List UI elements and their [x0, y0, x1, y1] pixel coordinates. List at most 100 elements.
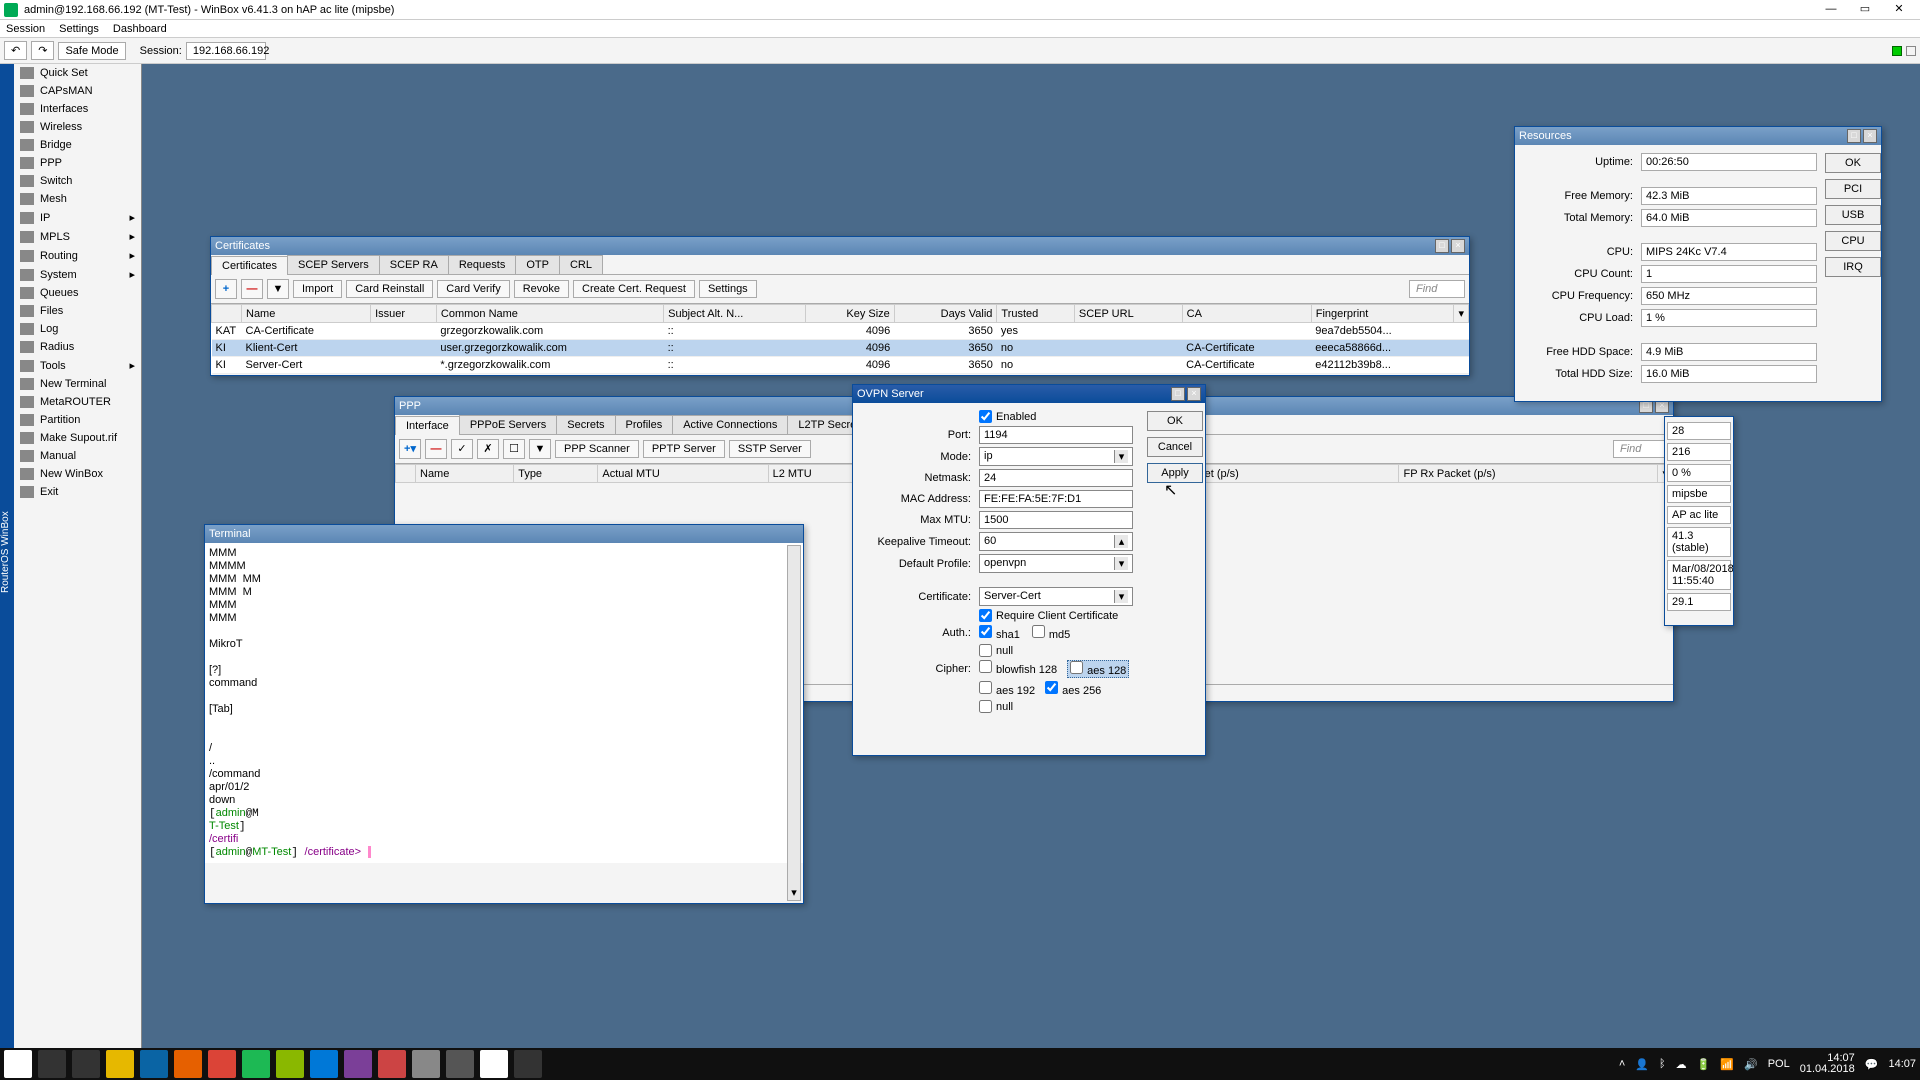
mode-select[interactable]: ip▾: [979, 447, 1133, 466]
ok-button[interactable]: OK: [1825, 153, 1881, 173]
cipher-aes192-checkbox[interactable]: [979, 681, 992, 694]
tab-interface[interactable]: Interface: [395, 416, 460, 435]
start-button[interactable]: [4, 1050, 32, 1078]
tray-clock[interactable]: 14:07 01.04.2018: [1800, 1053, 1855, 1075]
sidebar-item-metarouter[interactable]: MetaROUTER: [14, 393, 141, 411]
tray-lang[interactable]: POL: [1768, 1058, 1790, 1070]
port-input[interactable]: [979, 426, 1133, 444]
sidebar-item-queues[interactable]: Queues: [14, 284, 141, 302]
window-close-icon[interactable]: ×: [1187, 387, 1201, 401]
menu-session[interactable]: Session: [6, 23, 45, 35]
task-edge-icon[interactable]: [140, 1050, 168, 1078]
task-firefox-icon[interactable]: [174, 1050, 202, 1078]
enable-button[interactable]: ✓: [451, 439, 473, 459]
undo-button[interactable]: ↶: [4, 41, 27, 60]
tab-otp[interactable]: OTP: [515, 255, 560, 274]
revoke-button[interactable]: Revoke: [514, 280, 569, 298]
comment-button[interactable]: ☐: [503, 439, 525, 459]
filter-button[interactable]: ▼: [267, 279, 289, 299]
task-app3-icon[interactable]: [344, 1050, 372, 1078]
column-menu-button[interactable]: ▾: [1454, 305, 1469, 323]
remove-button[interactable]: —: [241, 279, 263, 299]
find-input[interactable]: Find: [1613, 440, 1669, 458]
certificate-select[interactable]: Server-Cert▾: [979, 587, 1133, 606]
redo-button[interactable]: ↷: [31, 41, 54, 60]
tray-people-icon[interactable]: 👤: [1635, 1058, 1649, 1071]
task-app2-icon[interactable]: [310, 1050, 338, 1078]
remove-button[interactable]: —: [425, 439, 447, 459]
certificates-titlebar[interactable]: Certificates □ ×: [211, 237, 1469, 255]
cipher-null-checkbox[interactable]: [979, 700, 992, 713]
pptp-server-button[interactable]: PPTP Server: [643, 440, 725, 458]
tray-wifi-icon[interactable]: 📶: [1720, 1058, 1734, 1071]
pci-button[interactable]: PCI: [1825, 179, 1881, 199]
tab-requests[interactable]: Requests: [448, 255, 516, 274]
filter-button[interactable]: ▼: [529, 439, 551, 459]
irq-button[interactable]: IRQ: [1825, 257, 1881, 277]
tab-crl[interactable]: CRL: [559, 255, 603, 274]
create-cert-button[interactable]: Create Cert. Request: [573, 280, 695, 298]
cipher-bf-checkbox[interactable]: [979, 660, 992, 673]
profile-select[interactable]: openvpn▾: [979, 554, 1133, 573]
task-app-icon[interactable]: [276, 1050, 304, 1078]
tab-pppoe[interactable]: PPPoE Servers: [459, 415, 557, 434]
cancel-button[interactable]: Cancel: [1147, 437, 1203, 457]
table-row[interactable]: KIKlient-Certuser.grzegorzkowalik.com::4…: [212, 340, 1469, 357]
enabled-checkbox[interactable]: [979, 410, 992, 423]
sidebar-item-mpls[interactable]: MPLS▸: [14, 227, 141, 246]
auth-sha1-checkbox[interactable]: [979, 625, 992, 638]
ok-button[interactable]: OK: [1147, 411, 1203, 431]
sidebar-item-bridge[interactable]: Bridge: [14, 136, 141, 154]
tray-volume-icon[interactable]: 🔊: [1744, 1058, 1758, 1071]
tab-scep-ra[interactable]: SCEP RA: [379, 255, 449, 274]
sidebar-item-log[interactable]: Log: [14, 320, 141, 338]
window-close-icon[interactable]: ×: [1863, 129, 1877, 143]
maximize-button[interactable]: ▭: [1848, 1, 1882, 19]
cipher-aes128-checkbox[interactable]: [1070, 661, 1083, 674]
terminal-titlebar[interactable]: Terminal: [205, 525, 803, 543]
sidebar-item-files[interactable]: Files: [14, 302, 141, 320]
sidebar-item-routing[interactable]: Routing▸: [14, 246, 141, 265]
task-spotify-icon[interactable]: [242, 1050, 270, 1078]
task-app5-icon[interactable]: [412, 1050, 440, 1078]
sidebar-item-mesh[interactable]: Mesh: [14, 190, 141, 208]
window-max-icon[interactable]: □: [1435, 239, 1449, 253]
sidebar-item-interfaces[interactable]: Interfaces: [14, 100, 141, 118]
minimize-button[interactable]: —: [1814, 1, 1848, 19]
netmask-input[interactable]: [979, 469, 1133, 487]
sstp-server-button[interactable]: SSTP Server: [729, 440, 811, 458]
sidebar-item-manual[interactable]: Manual: [14, 447, 141, 465]
table-row[interactable]: KATCA-Certificategrzegorzkowalik.com::40…: [212, 323, 1469, 340]
task-app6-icon[interactable]: [446, 1050, 474, 1078]
task-chrome-icon[interactable]: [208, 1050, 236, 1078]
add-button[interactable]: +▾: [399, 439, 421, 459]
menu-dashboard[interactable]: Dashboard: [113, 23, 167, 35]
tray-battery-icon[interactable]: 🔋: [1697, 1058, 1711, 1071]
sidebar-item-capsman[interactable]: CAPsMAN: [14, 82, 141, 100]
task-view-icon[interactable]: [72, 1050, 100, 1078]
tray-notification-center-icon[interactable]: 💬: [1865, 1058, 1879, 1071]
table-row[interactable]: KIServer-Cert*.grzegorzkowalik.com::4096…: [212, 357, 1469, 374]
sidebar-item-newterminal[interactable]: New Terminal: [14, 375, 141, 393]
window-close-icon[interactable]: ×: [1451, 239, 1465, 253]
task-search-icon[interactable]: [38, 1050, 66, 1078]
sidebar-item-tools[interactable]: Tools▸: [14, 356, 141, 375]
menu-settings[interactable]: Settings: [59, 23, 99, 35]
settings-button[interactable]: Settings: [699, 280, 757, 298]
card-reinstall-button[interactable]: Card Reinstall: [346, 280, 433, 298]
sidebar-item-ip[interactable]: IP▸: [14, 208, 141, 227]
keepalive-input[interactable]: 60▴: [979, 532, 1133, 551]
tab-secrets[interactable]: Secrets: [556, 415, 615, 434]
resources-titlebar[interactable]: Resources □ ×: [1515, 127, 1881, 145]
usb-button[interactable]: USB: [1825, 205, 1881, 225]
sidebar-item-switch[interactable]: Switch: [14, 172, 141, 190]
add-button[interactable]: +: [215, 279, 237, 299]
task-explorer-icon[interactable]: [106, 1050, 134, 1078]
find-input[interactable]: Find: [1409, 280, 1465, 298]
sidebar-item-newwinbox[interactable]: New WinBox: [14, 465, 141, 483]
cipher-aes256-checkbox[interactable]: [1045, 681, 1058, 694]
tab-profiles[interactable]: Profiles: [615, 415, 674, 434]
scroll-down-icon[interactable]: ▾: [788, 886, 800, 900]
sidebar-item-radius[interactable]: Radius: [14, 338, 141, 356]
sidebar-item-ppp[interactable]: PPP: [14, 154, 141, 172]
